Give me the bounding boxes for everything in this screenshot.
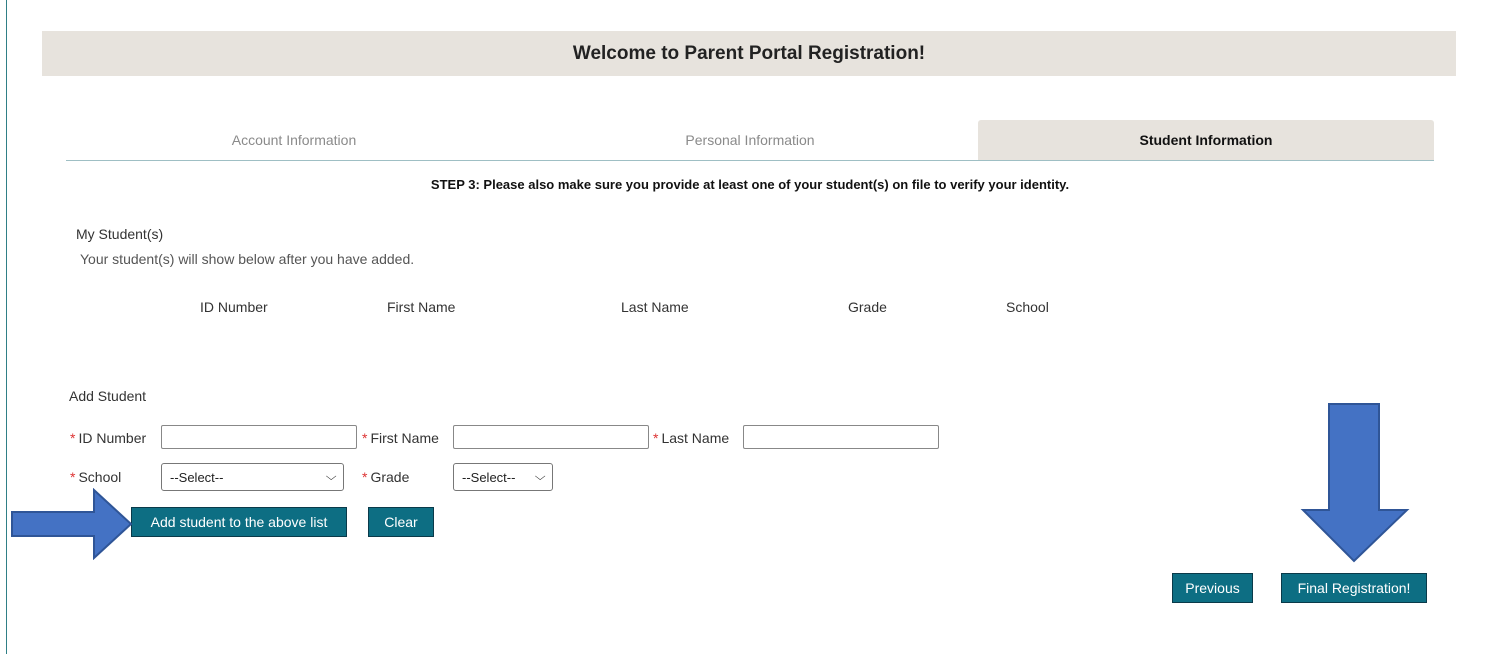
button-label: Final Registration!: [1297, 580, 1411, 596]
column-header-last-name: Last Name: [621, 299, 689, 315]
previous-button[interactable]: Previous: [1172, 573, 1253, 603]
label-text: School: [78, 469, 122, 485]
button-label: Previous: [1185, 580, 1240, 596]
down-arrow-icon: [1300, 403, 1410, 563]
grade-select[interactable]: --Select-- ⌵: [453, 463, 553, 491]
id-number-label: * ID Number: [70, 430, 146, 446]
required-marker: *: [70, 430, 76, 446]
my-students-hint: Your student(s) will show below after yo…: [80, 251, 415, 267]
label-text: Grade: [370, 469, 410, 485]
final-registration-button[interactable]: Final Registration!: [1281, 573, 1427, 603]
chevron-down-icon: ⌵: [534, 470, 546, 483]
tab-personal-information[interactable]: Personal Information: [522, 120, 978, 160]
label-text: First Name: [370, 430, 439, 446]
school-select[interactable]: --Select-- ⌵: [161, 463, 344, 491]
page-header: Welcome to Parent Portal Registration!: [42, 31, 1456, 76]
first-name-label: * First Name: [362, 430, 439, 446]
button-label: Clear: [384, 514, 418, 530]
grade-selected-value: --Select--: [462, 469, 516, 485]
school-selected-value: --Select--: [170, 469, 224, 485]
chevron-down-icon: ⌵: [325, 470, 337, 483]
column-header-first-name: First Name: [387, 299, 456, 315]
grade-label: * Grade: [362, 469, 409, 485]
required-marker: *: [653, 430, 659, 446]
column-header-grade: Grade: [848, 299, 887, 315]
clear-button[interactable]: Clear: [368, 507, 434, 537]
required-marker: *: [362, 430, 368, 446]
tab-label: Student Information: [1139, 132, 1273, 148]
first-name-input[interactable]: [453, 425, 649, 449]
tab-account-information[interactable]: Account Information: [66, 120, 522, 160]
left-border: [6, 0, 7, 654]
page-title: Welcome to Parent Portal Registration!: [572, 42, 926, 64]
label-text: ID Number: [78, 430, 147, 446]
tab-label: Account Information: [231, 132, 357, 148]
add-student-heading: Add Student: [69, 388, 147, 404]
column-header-id-number: ID Number: [200, 299, 268, 315]
tab-student-information[interactable]: Student Information: [978, 120, 1434, 160]
required-marker: *: [362, 469, 368, 485]
step-text: STEP 3: Please also make sure you provid…: [430, 176, 1070, 192]
required-marker: *: [70, 469, 76, 485]
button-label: Add student to the above list: [150, 514, 328, 530]
step-instruction: STEP 3: Please also make sure you provid…: [66, 168, 1434, 200]
column-header-school: School: [1006, 299, 1049, 315]
last-name-label: * Last Name: [653, 430, 729, 446]
add-student-button[interactable]: Add student to the above list: [131, 507, 347, 537]
my-students-heading: My Student(s): [76, 226, 164, 242]
right-arrow-icon: [11, 488, 133, 560]
school-label: * School: [70, 469, 121, 485]
last-name-input[interactable]: [743, 425, 939, 449]
registration-page: Welcome to Parent Portal Registration! A…: [0, 0, 1493, 654]
step-tabs: Account Information Personal Information…: [66, 120, 1434, 161]
tab-label: Personal Information: [685, 132, 815, 148]
label-text: Last Name: [661, 430, 730, 446]
id-number-input[interactable]: [161, 425, 357, 449]
